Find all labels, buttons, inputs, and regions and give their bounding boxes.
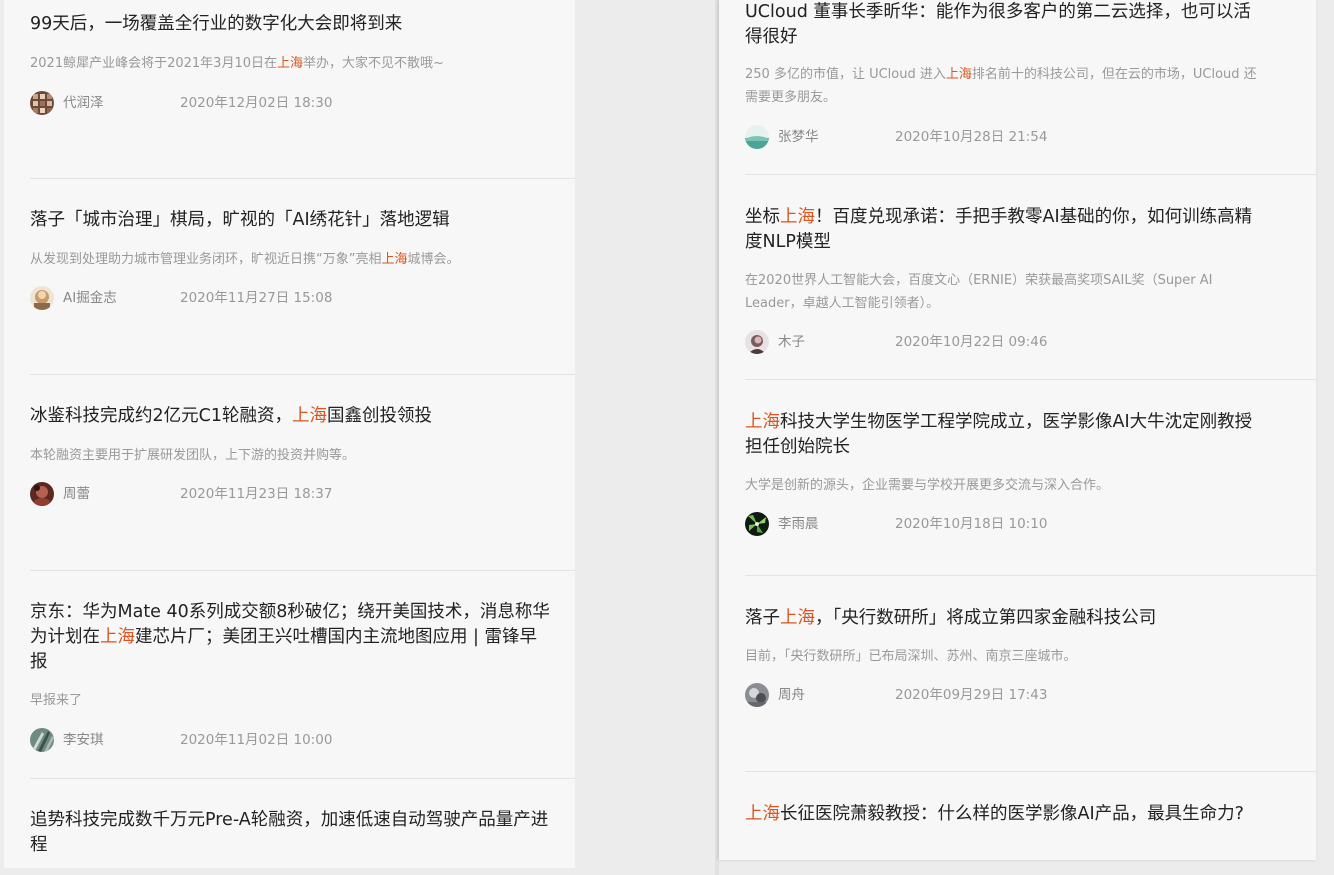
author-line: 周蕾 2020年11月23日 18:37 [30,482,430,506]
title-text-segment: 坐标 [745,207,780,227]
author-line: 代润泽 2020年12月02日 18:30 [30,91,430,115]
author-name[interactable]: 李安琪 [63,730,104,750]
article-summary: 在2020世界人工智能大会，百度文心（ERNIE）荣获最高奖项SAIL奖（Sup… [745,269,1265,315]
title-text-segment: 科技大学生物医学工程学院成立，医学影像AI大牛沈定刚教授担任创始院长 [745,412,1253,457]
author-line: 周舟 2020年09月29日 17:43 [745,683,1145,707]
left-article-column: 99天后，一场覆盖全行业的数字化大会即将到来 2021鲸犀产业峰会将于2021年… [4,0,575,868]
article-summary: 大学是创新的源头，企业需要与学校开展更多交流与深入合作。 [745,474,1265,497]
article-title[interactable]: 99天后，一场覆盖全行业的数字化大会即将到来 [30,12,550,37]
author-name[interactable]: 张梦华 [778,127,819,147]
article-summary: 从发现到处理助力城市管理业务闭环，旷视近日携“万象”亮相上海城博会。 [30,248,550,271]
author-line: AI掘金志 2020年11月27日 15:08 [30,286,430,310]
author-avatar[interactable] [745,330,769,354]
article-separator [745,379,1316,380]
avatar-image-icon [745,330,769,354]
keyword-highlight: 上海 [276,56,303,71]
author-name[interactable]: 周蕾 [63,484,90,504]
summary-text-segment: 从发现到处理助力城市管理业务闭环，旷视近日携“万象”亮相 [30,252,382,267]
summary-text-segment: 举办，大家不见不散哦~ [303,56,444,71]
article-separator [30,374,575,375]
title-text-segment: 追势科技完成数千万元Pre-A轮融资，加速低速自动驾驶产品量产进程 [30,810,549,855]
summary-text-segment: 本轮融资主要用于扩展研发团队，上下游的投资并购等。 [30,448,356,463]
keyword-highlight: 上海 [292,406,327,426]
publish-time: 2020年12月02日 18:30 [180,95,333,111]
keyword-highlight: 上海 [945,67,972,82]
keyword-highlight: 上海 [745,804,780,824]
summary-text-segment: 在2020世界人工智能大会，百度文心（ERNIE）荣获最高奖项SAIL奖（Sup… [745,273,1213,311]
author-avatar[interactable] [745,683,769,707]
article-separator [745,575,1316,576]
title-text-segment: ，「央行数研所」将成立第四家金融科技公司 [815,608,1157,628]
publish-time: 2020年10月18日 10:10 [895,516,1048,532]
summary-text-segment: 目前，「央行数研所」已布局深圳、苏州、南京三座城市。 [745,649,1077,664]
article-summary: 本轮融资主要用于扩展研发团队，上下游的投资并购等。 [30,444,550,467]
author-line: 李雨晨 2020年10月18日 10:10 [745,512,1145,536]
publish-time: 2020年11月23日 18:37 [180,486,333,502]
avatar-image-icon [30,286,54,310]
author-avatar[interactable] [30,286,54,310]
article-separator [30,178,575,179]
article-title[interactable]: 冰鉴科技完成约2亿元C1轮融资，上海国鑫创投领投 [30,404,550,429]
article-title[interactable]: 上海长征医院萧毅教授：什么样的医学影像AI产品，最具生命力? [745,802,1265,827]
article-separator [30,778,575,779]
title-text-segment: 长征医院萧毅教授：什么样的医学影像AI产品，最具生命力? [780,804,1244,824]
avatar-image-icon [745,125,769,149]
article-title[interactable]: 追势科技完成数千万元Pre-A轮融资，加速低速自动驾驶产品量产进程 [30,808,550,858]
summary-text-segment: 早报来了 [30,693,83,708]
avatar-image-icon [30,728,54,752]
author-name[interactable]: AI掘金志 [63,288,117,308]
author-avatar[interactable] [30,728,54,752]
publish-time: 2020年11月02日 10:00 [180,732,333,748]
article-summary: 目前，「央行数研所」已布局深圳、苏州、南京三座城市。 [745,645,1265,668]
title-text-segment: UCloud 董事长季昕华：能作为很多客户的第二云选择，也可以活得很好 [745,2,1251,47]
article-title[interactable]: 落子上海，「央行数研所」将成立第四家金融科技公司 [745,606,1265,631]
article-separator [745,174,1316,175]
article-summary: 早报来了 [30,689,550,712]
title-text-segment: ！百度兑现承诺：手把手教零AI基础的你，如何训练高精度NLP模型 [745,207,1253,252]
article-title[interactable]: 坐标上海！百度兑现承诺：手把手教零AI基础的你，如何训练高精度NLP模型 [745,205,1265,255]
author-line: 李安琪 2020年11月02日 10:00 [30,728,430,752]
avatar-image-icon [745,512,769,536]
article-separator [30,570,575,571]
keyword-highlight: 上海 [745,412,780,432]
avatar-image-icon [30,482,54,506]
author-avatar[interactable] [745,512,769,536]
keyword-highlight: 上海 [780,608,815,628]
title-text-segment: 国鑫创投领投 [327,406,432,426]
author-line: 张梦华 2020年10月28日 21:54 [745,125,1145,149]
publish-time: 2020年10月22日 09:46 [895,334,1048,350]
keyword-highlight: 上海 [100,627,135,647]
article-summary: 2021鲸犀产业峰会将于2021年3月10日在上海举办，大家不见不散哦~ [30,52,550,75]
author-avatar[interactable] [30,482,54,506]
summary-text-segment: 250 多亿的市值，让 UCloud 进入 [745,67,946,82]
avatar-image-icon [30,91,54,115]
author-name[interactable]: 木子 [778,332,805,352]
author-line: 木子 2020年10月22日 09:46 [745,330,1145,354]
avatar-image-icon [745,683,769,707]
article-summary: 250 多亿的市值，让 UCloud 进入上海排名前十的科技公司，但在云的市场，… [745,63,1265,109]
summary-text-segment: 2021鲸犀产业峰会将于2021年3月10日在 [30,56,277,71]
keyword-highlight: 上海 [381,252,408,267]
title-text-segment: 落子 [745,608,780,628]
title-text-segment: 冰鉴科技完成约2亿元C1轮融资， [30,406,292,426]
publish-time: 2020年10月28日 21:54 [895,129,1048,145]
author-name[interactable]: 代润泽 [63,93,104,113]
article-title[interactable]: 上海科技大学生物医学工程学院成立，医学影像AI大牛沈定刚教授担任创始院长 [745,410,1265,460]
author-name[interactable]: 李雨晨 [778,514,819,534]
publish-time: 2020年11月27日 15:08 [180,290,333,306]
summary-text-segment: 大学是创新的源头，企业需要与学校开展更多交流与深入合作。 [745,478,1110,493]
author-avatar[interactable] [745,125,769,149]
keyword-highlight: 上海 [780,207,815,227]
author-avatar[interactable] [30,91,54,115]
right-article-column: UCloud 董事长季昕华：能作为很多客户的第二云选择，也可以活得很好 250 … [719,0,1316,860]
title-text-segment: 99天后，一场覆盖全行业的数字化大会即将到来 [30,14,403,34]
publish-time: 2020年09月29日 17:43 [895,687,1048,703]
title-text-segment: 落子「城市治理」棋局，旷视的「AI绣花针」落地逻辑 [30,210,450,230]
article-title[interactable]: UCloud 董事长季昕华：能作为很多客户的第二云选择，也可以活得很好 [745,0,1265,50]
summary-text-segment: 城博会。 [407,252,460,267]
article-separator [745,771,1316,772]
article-title[interactable]: 京东：华为Mate 40系列成交额8秒破亿；绕开美国技术，消息称华为计划在上海建… [30,600,550,675]
author-name[interactable]: 周舟 [778,685,805,705]
article-title[interactable]: 落子「城市治理」棋局，旷视的「AI绣花针」落地逻辑 [30,208,550,233]
